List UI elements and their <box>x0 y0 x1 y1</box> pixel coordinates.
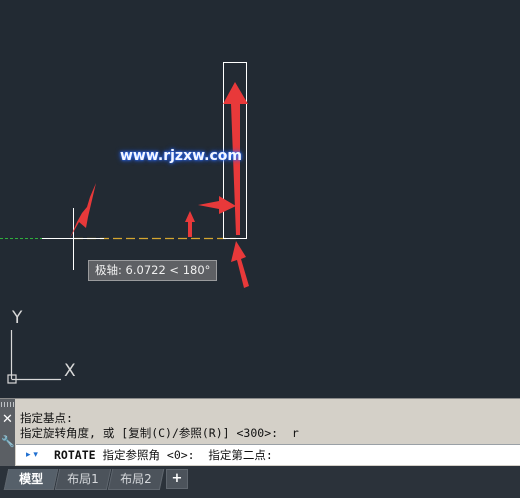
command-prompt-text: 指定参照角 <0>: 指定第二点: <box>95 448 273 462</box>
tab-label: 布局2 <box>120 472 152 486</box>
arrow-right <box>198 196 236 214</box>
history-line: 指定旋转角度, 或 [复制(C)/参照(R)] <300>: r <box>20 426 299 440</box>
command-panel-sidebar: ✕ 🔧 <box>0 399 15 467</box>
annotation-arrows <box>70 82 249 288</box>
polar-tooltip: 极轴: 6.0722 < 180° <box>88 260 218 281</box>
arrow-to-endpoint <box>231 241 249 288</box>
tab-layout1[interactable]: 布局1 <box>54 469 112 490</box>
command-name: ROTATE <box>54 448 96 462</box>
close-icon[interactable]: ✕ <box>1 413 14 426</box>
command-history: 指定基点: 指定旋转角度, 或 [复制(C)/参照(R)] <300>: r <box>20 411 299 441</box>
recent-commands-icon[interactable]: ▸ ▾ <box>26 445 38 465</box>
ucs-y-label: Y <box>12 308 23 328</box>
tab-layout2[interactable]: 布局2 <box>107 469 165 490</box>
ucs-x-label: X <box>64 361 76 381</box>
tab-model[interactable]: 模型 <box>3 469 59 490</box>
drag-grip-icon[interactable] <box>1 402 14 407</box>
wrench-icon[interactable]: 🔧 <box>1 435 15 448</box>
ucs-icon <box>7 330 61 384</box>
layout-tabs-bar: 模型 布局1 布局2 + <box>0 466 520 498</box>
polar-tooltip-label: 极轴: <box>95 263 122 277</box>
command-input[interactable]: ▸ ▾ ROTATE 指定参照角 <0>: 指定第二点: <box>16 444 520 465</box>
history-line: 指定基点: <box>20 411 73 425</box>
tab-label: 模型 <box>19 472 44 486</box>
tab-label: 布局1 <box>67 472 99 486</box>
watermark-text: www.rjzxw.com <box>120 148 242 164</box>
command-prompt: ROTATE 指定参照角 <0>: 指定第二点: <box>54 445 273 465</box>
command-line-panel: ✕ 🔧 指定基点: 指定旋转角度, 或 [复制(C)/参照(R)] <300>: … <box>0 398 520 467</box>
polar-tooltip-value: 6.0722 < 180° <box>125 263 211 277</box>
drawing-graphics <box>0 62 249 384</box>
arrow-up-small <box>185 211 195 237</box>
add-layout-button[interactable]: + <box>166 469 188 489</box>
drawing-canvas[interactable]: www.rjzxw.com 极轴: 6.0722 < 180° Y X <box>0 0 520 398</box>
